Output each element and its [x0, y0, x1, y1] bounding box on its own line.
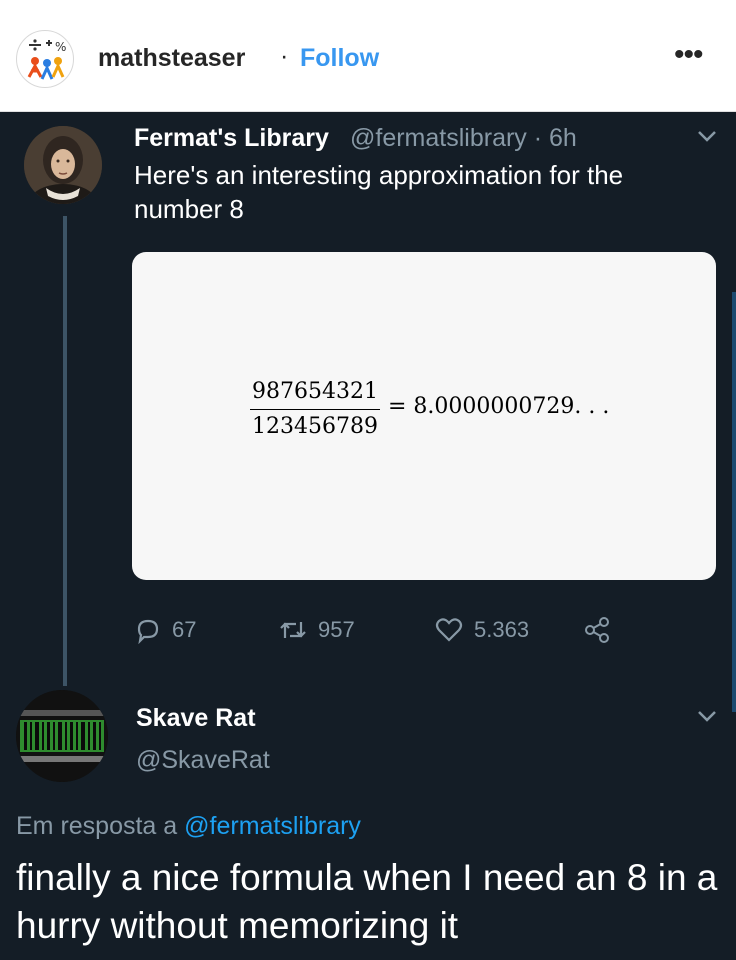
scroll-indicator — [732, 292, 736, 712]
like-count: 5.363 — [474, 617, 530, 642]
reply-author-handle[interactable]: @SkaveRat — [136, 746, 270, 775]
fraction-numerator: 987654321 — [252, 379, 378, 404]
reply-action[interactable]: 67 — [134, 612, 196, 648]
like-action[interactable]: 5.363 — [434, 612, 529, 648]
formula-result: = 8.0000000729. . . — [388, 394, 610, 419]
reply-text: finally a nice formula when I need an 8 … — [16, 857, 718, 946]
tweet-screenshot: Fermat's Library @fermatslibrary · 6h He… — [0, 112, 736, 960]
reply-to-mention[interactable]: @fermatslibrary — [184, 812, 361, 840]
reply-author-name[interactable]: Skave Rat — [136, 704, 256, 733]
fraction-denominator: 123456789 — [252, 414, 378, 439]
fermat-avatar[interactable] — [24, 126, 102, 204]
tweet-author-name[interactable]: Fermat's Library — [134, 124, 329, 153]
share-action[interactable] — [582, 612, 612, 648]
retweet-count: 957 — [318, 617, 355, 642]
reply-to-prefix: Em resposta a — [16, 812, 178, 840]
tweet-image-card[interactable]: 987654321 123456789 = 8.0000000729. . . — [132, 252, 716, 580]
tweet-handle-time[interactable]: @fermatslibrary · 6h — [350, 124, 577, 153]
mathsteaser-logo-icon[interactable]: % — [16, 30, 74, 88]
tweet-text: Here's an interesting approximation for … — [134, 160, 624, 224]
chevron-down-icon[interactable] — [696, 128, 718, 144]
chevron-down-icon[interactable] — [696, 708, 718, 724]
reply-to-line: Em resposta a @fermatslibrary — [16, 812, 361, 841]
instagram-post-header: % mathsteaser · Follow ••• — [0, 0, 736, 112]
share-icon — [585, 617, 609, 643]
skave-rat-avatar[interactable] — [16, 690, 108, 782]
thread-line — [63, 216, 67, 686]
retweet-action[interactable]: 957 — [278, 612, 355, 648]
retweet-icon — [280, 622, 306, 638]
more-options-icon[interactable]: ••• — [674, 40, 703, 70]
tweet-actions: 67 957 5.363 — [134, 612, 694, 648]
separator-dot: · — [280, 42, 289, 70]
reply-count: 67 — [172, 617, 197, 642]
like-icon — [435, 618, 463, 642]
fraction: 987654321 123456789 — [250, 378, 380, 441]
reply-icon — [137, 619, 159, 644]
instagram-username[interactable]: mathsteaser — [98, 44, 245, 73]
fraction-bar — [250, 409, 380, 410]
follow-button[interactable]: Follow — [300, 44, 379, 73]
svg-text:%: % — [55, 40, 66, 54]
